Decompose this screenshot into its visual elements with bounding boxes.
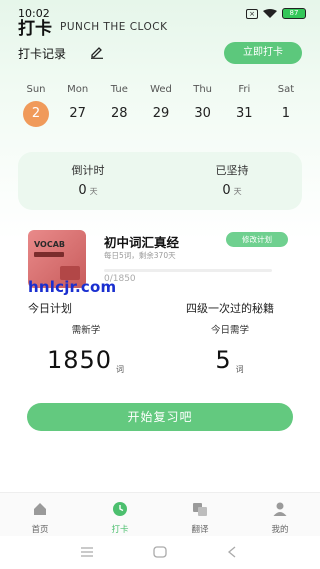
day-fri[interactable]: Fri 31	[224, 84, 264, 127]
day-name: Thu	[193, 84, 213, 95]
bottom-tab-bar: 首页 打卡 翻译 我的	[0, 492, 320, 537]
menu-icon[interactable]	[80, 546, 94, 558]
day-name: Wed	[150, 84, 172, 95]
back-icon[interactable]	[226, 546, 240, 558]
watermark: hnlcjr.com	[28, 278, 117, 296]
today-words-stat: 今日需学 5词	[170, 322, 290, 374]
tab-label: 我的	[271, 525, 289, 535]
tab-mine[interactable]: 我的	[240, 493, 320, 537]
tab-label: 打卡	[111, 525, 129, 535]
today-words-row: 5词	[170, 346, 290, 374]
day-name: Fri	[238, 84, 251, 95]
book-cover-text: VOCAB	[34, 240, 66, 249]
day-mon[interactable]: Mon 27	[58, 84, 98, 127]
today-plan-heading: 今日计划	[28, 302, 72, 315]
countdown-unit: 天	[89, 187, 98, 196]
day-date: 27	[69, 106, 86, 121]
day-name: Mon	[67, 84, 89, 95]
sim-icon: ×	[246, 8, 258, 19]
home-button-icon[interactable]	[153, 546, 167, 558]
persisted-unit: 天	[233, 187, 242, 196]
persisted-block: 已坚持 0天	[172, 162, 292, 198]
day-date: 2	[23, 101, 49, 127]
day-date: 1	[281, 106, 291, 121]
user-icon	[273, 502, 287, 516]
checkin-now-button[interactable]: 立即打卡	[224, 42, 302, 64]
tab-checkin[interactable]: 打卡	[80, 493, 160, 537]
book-title: 初中词汇真经	[104, 235, 180, 250]
day-name: Sun	[26, 84, 46, 95]
day-name: Tue	[110, 84, 128, 95]
day-date: 28	[111, 106, 128, 121]
new-words-unit: 词	[116, 365, 126, 374]
new-words-value: 1850	[46, 346, 113, 374]
day-date: 31	[236, 106, 253, 121]
day-date: 29	[152, 106, 170, 121]
day-sat[interactable]: Sat 1	[266, 84, 306, 127]
translate-icon	[193, 503, 207, 516]
page-subtitle: PUNCH THE CLOCK	[60, 21, 168, 33]
new-words-label: 需新学	[71, 325, 101, 336]
status-icons: × 87	[246, 8, 306, 19]
new-words-stat: 需新学 1850 词	[26, 322, 146, 374]
countdown-value-row: 0天	[28, 183, 148, 198]
clock-icon	[113, 502, 127, 516]
persisted-value-row: 0天	[172, 183, 292, 198]
modify-plan-button[interactable]: 修改计划	[226, 232, 288, 247]
tips-link[interactable]: 四级一次过的秘籍	[186, 300, 274, 316]
persisted-value: 0	[222, 183, 231, 198]
book-subtitle: 每日5词，剩余370天	[104, 251, 176, 260]
today-words-unit: 词	[235, 365, 245, 374]
day-sun[interactable]: Sun 2	[16, 84, 56, 127]
tab-home[interactable]: 首页	[0, 493, 80, 537]
page-title: 打卡	[18, 19, 52, 39]
home-icon	[34, 503, 46, 515]
start-review-button[interactable]: 开始复习吧	[27, 403, 293, 431]
cover-strip	[34, 252, 64, 257]
today-words-value: 5	[215, 346, 232, 374]
today-words-label: 今日需学	[210, 325, 249, 336]
countdown-block: 倒计时 0天	[28, 162, 148, 198]
countdown-card: 倒计时 0天 已坚持 0天	[18, 152, 302, 210]
day-wed[interactable]: Wed 29	[141, 84, 181, 127]
day-name: Sat	[277, 84, 295, 95]
week-calendar: Sun 2 Mon 27 Tue 28 Wed 29 Thu 30 Fri 31…	[16, 84, 306, 127]
progress-bar	[104, 269, 272, 272]
checkin-record-link[interactable]: 打卡记录	[18, 45, 66, 62]
countdown-value: 0	[78, 183, 87, 198]
tab-label: 翻译	[191, 525, 209, 535]
countdown-label: 倒计时	[71, 164, 105, 177]
day-thu[interactable]: Thu 30	[183, 84, 223, 127]
battery-icon: 87	[282, 8, 306, 19]
edit-icon[interactable]	[90, 45, 104, 59]
persisted-label: 已坚持	[215, 164, 249, 177]
system-nav-bar	[0, 536, 320, 569]
day-tue[interactable]: Tue 28	[99, 84, 139, 127]
day-date: 30	[194, 106, 211, 121]
tab-label: 首页	[31, 525, 49, 535]
new-words-row: 1850 词	[26, 346, 146, 374]
wifi-icon	[263, 9, 277, 18]
tab-translate[interactable]: 翻译	[160, 493, 240, 537]
